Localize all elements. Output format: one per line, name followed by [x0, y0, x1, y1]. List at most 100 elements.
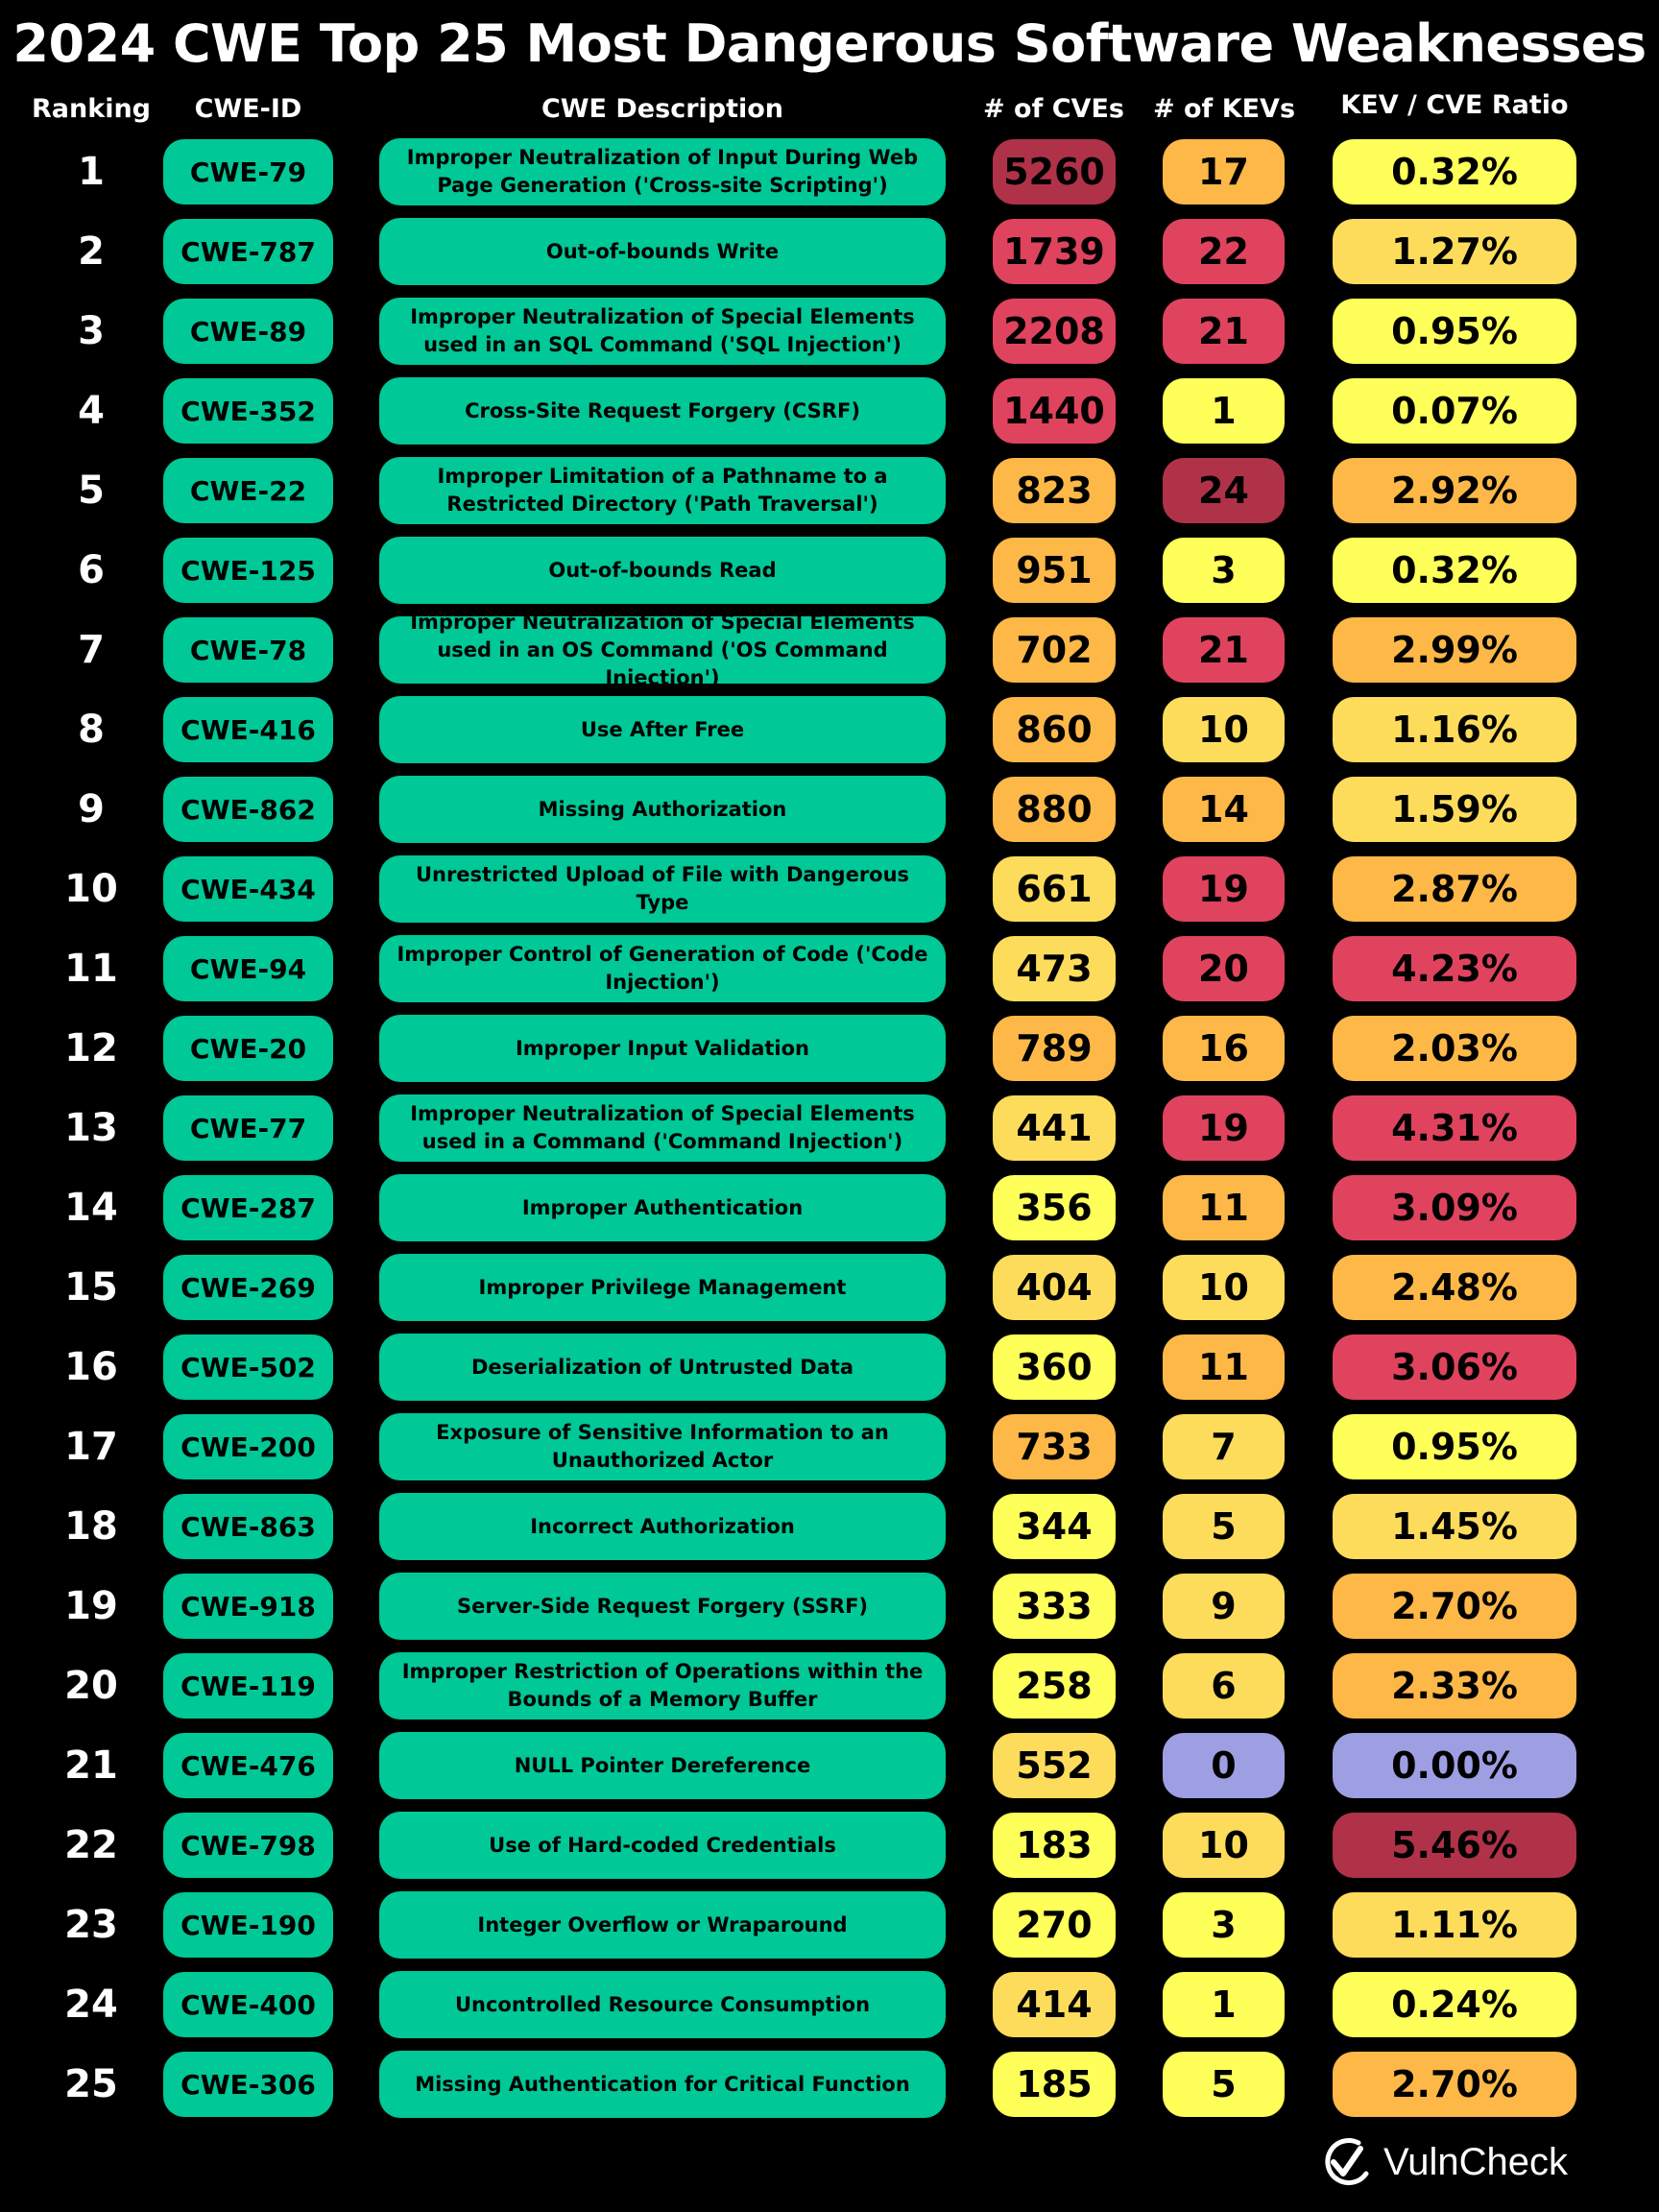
cves-count-pill: 1440 [993, 378, 1116, 444]
cves-count-pill: 356 [993, 1175, 1116, 1240]
description-pill: Exposure of Sensitive Information to an … [379, 1413, 946, 1480]
cwe-id-pill: CWE-400 [163, 1972, 333, 2037]
table-row: 20 CWE-119 Improper Restriction of Operati… [0, 1652, 1659, 1720]
cwe-id-pill: CWE-200 [163, 1414, 333, 1479]
rank-cell: 20 [64, 1664, 118, 1708]
table-row: 18 CWE-863 Incorrect Authorization 344 5 1.45… [0, 1493, 1659, 1561]
cwe-id-pill: CWE-352 [163, 378, 333, 444]
description-pill: Incorrect Authorization [379, 1493, 946, 1560]
kev-cve-ratio-pill: 1.45% [1333, 1494, 1576, 1559]
table-row: 13 CWE-77 Improper Neutralization of Speci… [0, 1094, 1659, 1163]
table-row: 4 CWE-352 Cross-Site Request Forgery (CSRF… [0, 377, 1659, 445]
header-kevs: # of KEVs [1152, 94, 1296, 124]
kev-cve-ratio-pill: 1.59% [1333, 777, 1576, 842]
kev-cve-ratio-pill: 2.99% [1333, 617, 1576, 683]
description-pill: Improper Neutralization of Input During … [379, 138, 946, 205]
kevs-count-pill: 16 [1163, 1016, 1285, 1081]
cves-count-pill: 951 [993, 538, 1116, 603]
cves-count-pill: 789 [993, 1016, 1116, 1081]
kevs-count-pill: 19 [1163, 856, 1285, 922]
rank-cell: 7 [78, 628, 105, 672]
cves-count-pill: 258 [993, 1653, 1116, 1719]
table-row: 14 CWE-287 Improper Authentication 356 11 3.0… [0, 1174, 1659, 1242]
cves-count-pill: 2208 [993, 299, 1116, 364]
description-pill: Improper Neutralization of Special Eleme… [379, 1094, 946, 1162]
rank-cell: 15 [64, 1265, 118, 1310]
cves-count-pill: 1739 [993, 219, 1116, 284]
kevs-count-pill: 3 [1163, 1892, 1285, 1958]
description-pill: Out-of-bounds Read [379, 537, 946, 604]
kevs-count-pill: 5 [1163, 1494, 1285, 1559]
header-ranking: Ranking [32, 94, 151, 124]
cwe-id-pill: CWE-190 [163, 1892, 333, 1958]
table-row: 16 CWE-502 Deserialization of Untrusted Da… [0, 1334, 1659, 1402]
kevs-count-pill: 0 [1163, 1733, 1285, 1798]
cves-count-pill: 185 [993, 2052, 1116, 2117]
kev-cve-ratio-pill: 5.46% [1333, 1813, 1576, 1878]
rank-cell: 17 [64, 1425, 118, 1469]
kev-cve-ratio-pill: 2.70% [1333, 2052, 1576, 2117]
cves-count-pill: 702 [993, 617, 1116, 683]
kevs-count-pill: 9 [1163, 1574, 1285, 1639]
rank-cell: 25 [64, 2062, 118, 2106]
description-pill: Out-of-bounds Write [379, 218, 946, 285]
description-pill: Uncontrolled Resource Consumption [379, 1971, 946, 2038]
table-row: 1 CWE-79 Improper Neutralization of Input … [0, 138, 1659, 206]
vulncheck-logo: VulnCheck [1320, 2135, 1568, 2189]
table-row: 12 CWE-20 Improper Input Validation 789 16 2.… [0, 1015, 1659, 1083]
rank-cell: 3 [78, 309, 105, 353]
description-pill: Improper Neutralization of Special Eleme… [379, 298, 946, 365]
description-pill: Improper Authentication [379, 1174, 946, 1241]
kev-cve-ratio-pill: 3.09% [1333, 1175, 1576, 1240]
header-description: CWE Description [541, 94, 784, 124]
cwe-id-pill: CWE-787 [163, 219, 333, 284]
kevs-count-pill: 22 [1163, 219, 1285, 284]
rank-cell: 13 [64, 1106, 118, 1150]
table-row: 3 CWE-89 Improper Neutralization of Specia… [0, 298, 1659, 366]
cwe-id-pill: CWE-94 [163, 936, 333, 1001]
kev-cve-ratio-pill: 1.27% [1333, 219, 1576, 284]
kevs-count-pill: 19 [1163, 1095, 1285, 1161]
kev-cve-ratio-pill: 3.06% [1333, 1334, 1576, 1400]
table-header: Ranking CWE-ID CWE Description # of CVEs… [0, 90, 1659, 132]
description-pill: Use of Hard-coded Credentials [379, 1812, 946, 1879]
kevs-count-pill: 24 [1163, 458, 1285, 523]
cwe-id-pill: CWE-287 [163, 1175, 333, 1240]
rank-cell: 5 [78, 469, 105, 513]
header-cwe-id: CWE-ID [194, 94, 302, 124]
description-pill: Improper Privilege Management [379, 1254, 946, 1321]
brand-name: VulnCheck [1383, 2140, 1568, 2183]
cves-count-pill: 5260 [993, 139, 1116, 204]
kev-cve-ratio-pill: 4.23% [1333, 936, 1576, 1001]
description-pill: Cross-Site Request Forgery (CSRF) [379, 377, 946, 445]
cwe-id-pill: CWE-77 [163, 1095, 333, 1161]
rank-cell: 24 [64, 1983, 118, 2027]
table-row: 17 CWE-200 Exposure of Sensitive Informati… [0, 1413, 1659, 1481]
kevs-count-pill: 5 [1163, 2052, 1285, 2117]
description-pill: Missing Authorization [379, 776, 946, 843]
cwe-id-pill: CWE-125 [163, 538, 333, 603]
kevs-count-pill: 1 [1163, 378, 1285, 444]
kevs-count-pill: 21 [1163, 617, 1285, 683]
cves-count-pill: 733 [993, 1414, 1116, 1479]
kev-cve-ratio-pill: 0.95% [1333, 1414, 1576, 1479]
kevs-count-pill: 17 [1163, 139, 1285, 204]
rank-cell: 23 [64, 1903, 118, 1947]
table-row: 22 CWE-798 Use of Hard-coded Credentials 18… [0, 1812, 1659, 1880]
description-pill: Missing Authentication for Critical Func… [379, 2051, 946, 2118]
kev-cve-ratio-pill: 2.87% [1333, 856, 1576, 922]
kev-cve-ratio-pill: 0.00% [1333, 1733, 1576, 1798]
cves-count-pill: 270 [993, 1892, 1116, 1958]
rank-cell: 4 [78, 389, 105, 433]
cves-count-pill: 404 [993, 1255, 1116, 1320]
header-cves: # of CVEs [983, 94, 1124, 124]
cves-count-pill: 823 [993, 458, 1116, 523]
rank-cell: 14 [64, 1186, 118, 1230]
table-row: 11 CWE-94 Improper Control of Generation o… [0, 935, 1659, 1003]
cwe-id-pill: CWE-434 [163, 856, 333, 922]
rank-cell: 16 [64, 1345, 118, 1389]
rank-cell: 1 [78, 150, 105, 194]
cves-count-pill: 360 [993, 1334, 1116, 1400]
kevs-count-pill: 6 [1163, 1653, 1285, 1719]
cves-count-pill: 880 [993, 777, 1116, 842]
